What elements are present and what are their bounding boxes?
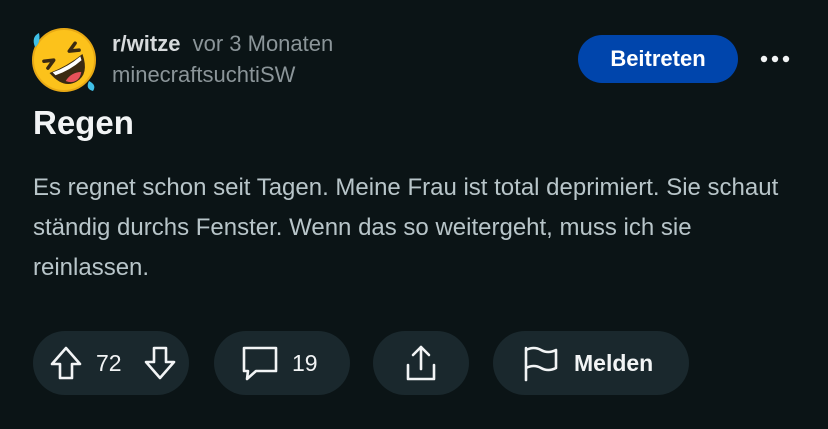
post-title[interactable]: Regen	[33, 103, 134, 143]
flag-icon	[521, 344, 561, 384]
comments-button[interactable]: 19	[214, 331, 350, 395]
author-name-link[interactable]: minecraftsuchtiSW	[112, 62, 295, 88]
post-card: r/witze vor 3 Monaten minecraftsuchtiSW …	[0, 0, 828, 429]
downvote-arrow-icon[interactable]	[143, 345, 177, 381]
more-options-icon[interactable]	[752, 38, 798, 80]
post-meta: r/witze vor 3 Monaten	[112, 31, 333, 57]
share-button[interactable]	[373, 331, 469, 395]
report-label: Melden	[574, 350, 654, 376]
upvote-arrow-icon[interactable]	[49, 345, 83, 381]
comment-bubble-icon	[240, 343, 280, 383]
post-time-ago: vor 3 Monaten	[192, 31, 334, 56]
vote-count: 72	[96, 350, 122, 376]
comment-count: 19	[292, 350, 318, 376]
share-upload-icon	[401, 343, 441, 383]
subreddit-avatar-emoji-icon[interactable]	[31, 27, 97, 93]
join-button[interactable]: Beitreten	[578, 35, 738, 83]
subreddit-name-link[interactable]: r/witze	[112, 31, 180, 56]
vote-bar: 72	[33, 331, 189, 395]
report-button[interactable]: Melden	[493, 331, 689, 395]
post-body: Es regnet schon seit Tagen. Meine Frau i…	[33, 174, 779, 281]
